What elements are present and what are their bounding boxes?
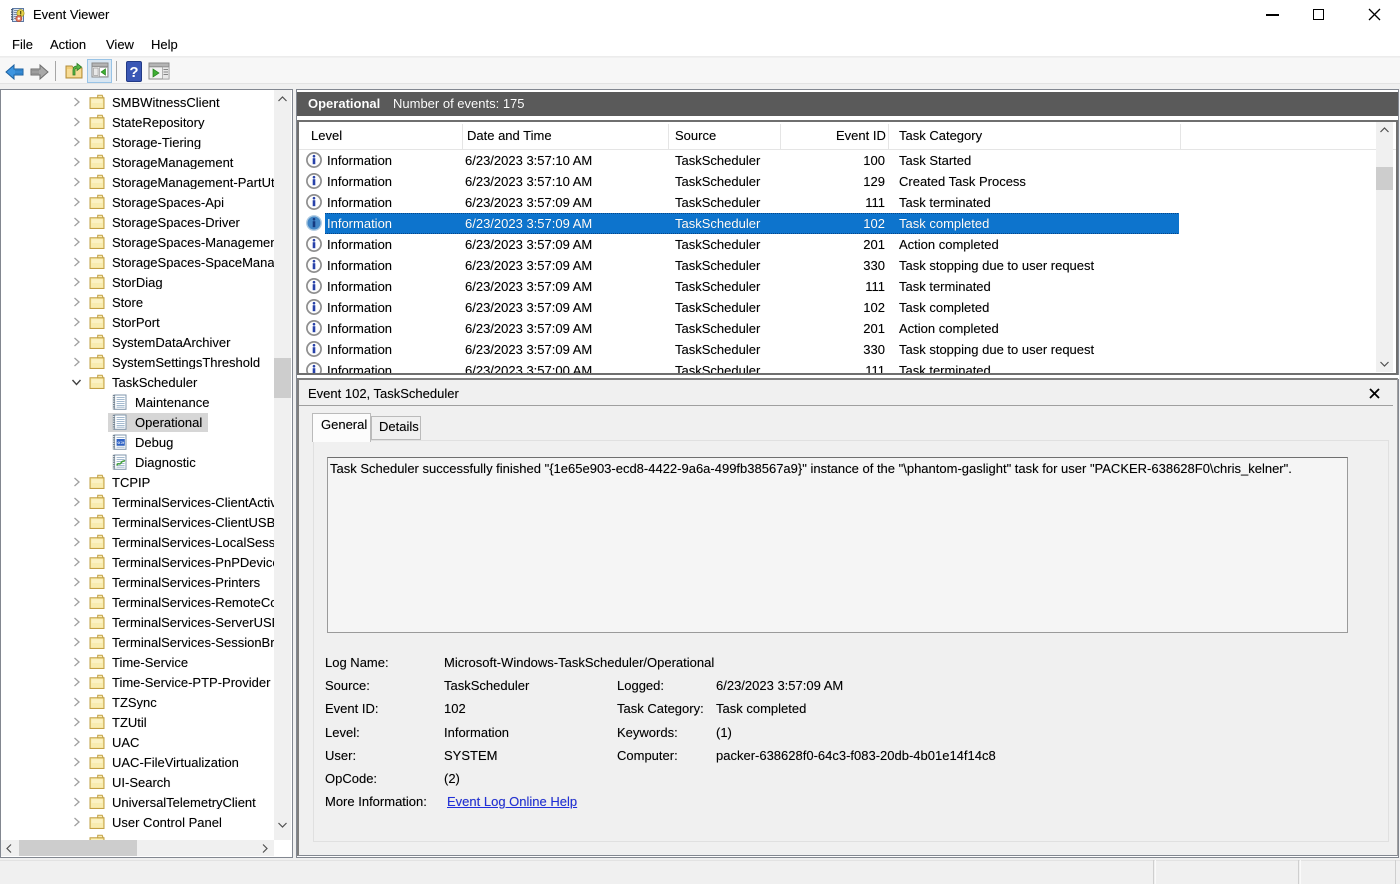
svg-text:?: ? xyxy=(129,64,138,81)
